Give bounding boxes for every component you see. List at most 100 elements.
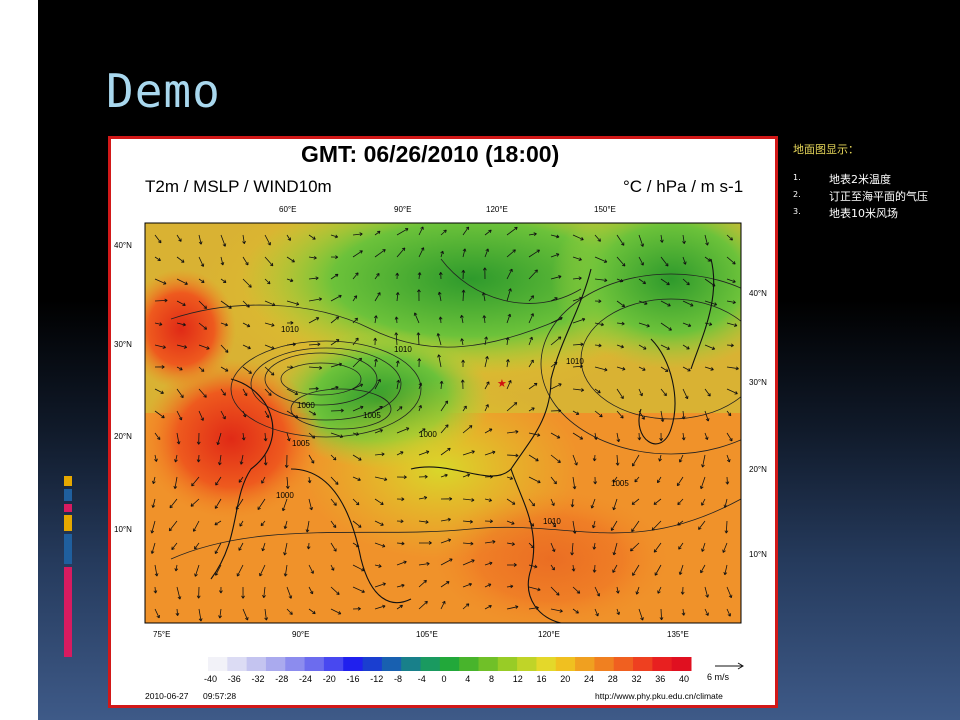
colorbar-swatch — [536, 657, 557, 671]
colorbar-label: 12 — [512, 674, 523, 684]
colorbar-label: -28 — [275, 674, 289, 684]
colorbar-label: 24 — [584, 674, 595, 684]
colorbar-swatch — [246, 657, 267, 671]
list-number: 3. — [793, 207, 801, 216]
colorbar-swatch — [420, 657, 441, 671]
left-lat-tick: 40°N — [114, 241, 132, 250]
isobar-label: 1010 — [543, 517, 561, 526]
colorbar-label: -40 — [204, 674, 218, 684]
colorbar-label: 16 — [536, 674, 547, 684]
isobar-label: 1010 — [394, 345, 412, 354]
date-stamp: 2010-06-27 — [145, 691, 189, 701]
isobar-label: 1010 — [566, 357, 584, 366]
colorbar-label: -4 — [417, 674, 426, 684]
list-item: 1. 地表2米温度 — [793, 171, 953, 188]
top-lon-tick: 90°E — [394, 205, 412, 214]
source-url[interactable]: http://www.phy.pku.edu.cn/climate — [595, 691, 723, 701]
time-stamp: 09:57:28 — [203, 691, 237, 701]
colorbar-swatch — [671, 657, 692, 671]
top-lon-tick: 120°E — [486, 205, 508, 214]
isobar-label: 1000 — [419, 430, 437, 439]
colorbar-label: -12 — [370, 674, 384, 684]
colorbar-label: 28 — [607, 674, 618, 684]
decorative-blocks — [64, 476, 72, 660]
colorbar-swatch — [343, 657, 364, 671]
colorbar-label: 8 — [489, 674, 495, 684]
colorbar-label: 4 — [465, 674, 471, 684]
notes-list: 1. 地表2米温度 2. 订正至海平面的气压 3. 地表10米风场 — [793, 171, 953, 222]
colorbar-swatch — [401, 657, 422, 671]
colorbar-swatch — [323, 657, 344, 671]
list-text: 地表2米温度 — [829, 173, 891, 186]
isobar-label: 1005 — [611, 479, 629, 488]
colorbar-swatch — [227, 657, 248, 671]
left-lat-tick: 10°N — [114, 525, 132, 534]
colorbar-label: -36 — [227, 674, 241, 684]
figure-variables: T2m / MSLP / WIND10m — [145, 177, 332, 196]
colorbar-label: -32 — [251, 674, 265, 684]
isobar-label: 1000 — [297, 401, 315, 410]
svg-text:★: ★ — [497, 377, 507, 390]
wind-scale-label: 6 m/s — [707, 672, 730, 682]
weather-map-figure: ★ GMT: 06/26/2010 (18:00) T2m / MSLP / W… — [108, 136, 778, 708]
slide-title: Demo — [106, 64, 221, 118]
colorbar-swatch — [517, 657, 537, 671]
colorbar-label: -24 — [299, 674, 313, 684]
colorbar-swatch — [594, 657, 615, 671]
colorbar-swatch — [497, 657, 518, 671]
list-text: 地表10米风场 — [829, 207, 898, 220]
colorbar-swatch — [459, 657, 479, 671]
bottom-lon-tick: 120°E — [538, 630, 560, 639]
colorbar-swatch — [652, 657, 673, 671]
colorbar-swatch — [478, 657, 499, 671]
colorbar-label: -8 — [394, 674, 403, 684]
bottom-lon-tick: 90°E — [292, 630, 310, 639]
list-item: 2. 订正至海平面的气压 — [793, 188, 953, 205]
colorbar-swatch — [362, 657, 383, 671]
list-text: 订正至海平面的气压 — [829, 190, 928, 203]
temperature-field: ★ — [145, 223, 741, 623]
slide-left-margin — [0, 0, 38, 720]
colorbar-label: 20 — [560, 674, 571, 684]
colorbar-swatch — [285, 657, 306, 671]
colorbar-label: 36 — [655, 674, 666, 684]
top-lon-tick: 150°E — [594, 205, 616, 214]
colorbar-swatch — [555, 657, 576, 671]
colorbar-label: -20 — [322, 674, 336, 684]
isobar-label: 1005 — [363, 411, 381, 420]
colorbar-label: -16 — [346, 674, 360, 684]
colorbar-swatch — [208, 657, 228, 671]
colorbar-swatch — [439, 657, 460, 671]
right-lat-tick: 40°N — [749, 289, 767, 298]
colorbar — [208, 657, 692, 671]
figure-title: GMT: 06/26/2010 (18:00) — [301, 141, 560, 167]
colorbar-swatch — [265, 657, 286, 671]
wind-scale-arrow — [715, 662, 744, 670]
top-lon-tick: 60°E — [279, 205, 297, 214]
right-lat-tick: 10°N — [749, 550, 767, 559]
notes-panel: 地面图显示： 1. 地表2米温度 2. 订正至海平面的气压 3. 地表10米风场 — [793, 141, 953, 222]
colorbar-swatch — [381, 657, 402, 671]
isobar-label: 1005 — [292, 439, 310, 448]
isobar-label: 1010 — [281, 325, 299, 334]
colorbar-label: 40 — [679, 674, 690, 684]
list-number: 2. — [793, 190, 801, 199]
colorbar-swatch — [575, 657, 595, 671]
left-lat-tick: 30°N — [114, 340, 132, 349]
right-lat-tick: 30°N — [749, 378, 767, 387]
figure-units: °C / hPa / m s-1 — [623, 177, 744, 196]
colorbar-label: 32 — [631, 674, 642, 684]
bottom-lon-tick: 105°E — [416, 630, 438, 639]
weather-map-graphic: ★ — [144, 222, 744, 671]
list-item: 3. 地表10米风场 — [793, 205, 953, 222]
bottom-lon-tick: 135°E — [667, 630, 689, 639]
bottom-lon-tick: 75°E — [153, 630, 171, 639]
colorbar-label: 0 — [441, 674, 447, 684]
left-lat-tick: 20°N — [114, 432, 132, 441]
colorbar-swatch — [613, 657, 634, 671]
notes-heading: 地面图显示： — [793, 143, 859, 156]
colorbar-swatch — [633, 657, 653, 671]
decorative-lines — [52, 0, 78, 150]
list-number: 1. — [793, 173, 801, 182]
isobar-label: 1000 — [276, 491, 294, 500]
